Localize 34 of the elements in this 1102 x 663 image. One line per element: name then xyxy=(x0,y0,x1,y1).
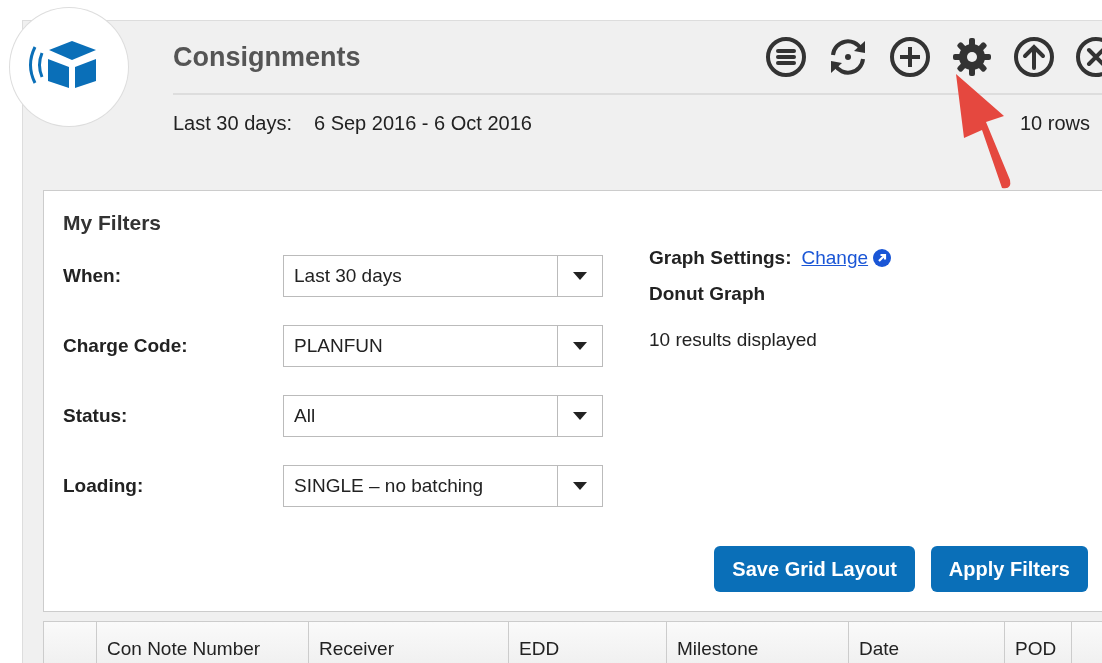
dropdown-field[interactable]: SINGLE – no batching xyxy=(283,465,603,507)
caret-icon xyxy=(573,272,587,280)
column-header[interactable]: POD xyxy=(1005,622,1072,663)
panel-title: My Filters xyxy=(63,211,162,235)
action-button[interactable]: Apply Filters xyxy=(930,546,1088,592)
caret-icon xyxy=(573,412,587,420)
dropdown-field[interactable]: PLANFUN xyxy=(283,325,603,367)
action-button[interactable]: Save Grid Layout xyxy=(714,546,915,592)
upload-icon[interactable] xyxy=(1012,35,1056,79)
column-header[interactable]: EDD xyxy=(509,622,667,663)
results-count: 10 results displayed xyxy=(649,329,818,351)
date-range-label: Last 30 days: xyxy=(173,111,292,135)
page-title: Consignments xyxy=(173,41,361,73)
column-header[interactable]: Date xyxy=(849,622,1005,663)
change-link[interactable]: Change xyxy=(801,247,893,269)
column-header[interactable]: Con Note Number xyxy=(97,622,309,663)
caret-icon xyxy=(573,342,587,350)
column-header[interactable]: Milestone xyxy=(667,622,849,663)
external-link-icon xyxy=(872,248,893,268)
settings-icon[interactable] xyxy=(950,35,994,79)
graph-settings-label: Graph Settings: xyxy=(649,247,792,269)
caret-icon xyxy=(573,482,587,490)
field-label: Charge Code: xyxy=(63,335,189,357)
dropdown-field[interactable]: All xyxy=(283,395,603,437)
column-header[interactable]: Receiver xyxy=(309,622,509,663)
field-label: Loading: xyxy=(63,475,145,497)
dropdown-field[interactable]: Last 30 days xyxy=(283,255,603,297)
field-label: When: xyxy=(63,265,123,287)
add-icon[interactable] xyxy=(888,35,932,79)
graph-type: Donut Graph xyxy=(649,283,767,305)
menu-icon[interactable] xyxy=(764,35,808,79)
field-label: Status: xyxy=(63,405,129,427)
row-count: 10 rows xyxy=(1019,111,1090,135)
date-range: 6 Sep 2016 - 6 Oct 2016 xyxy=(313,111,532,135)
